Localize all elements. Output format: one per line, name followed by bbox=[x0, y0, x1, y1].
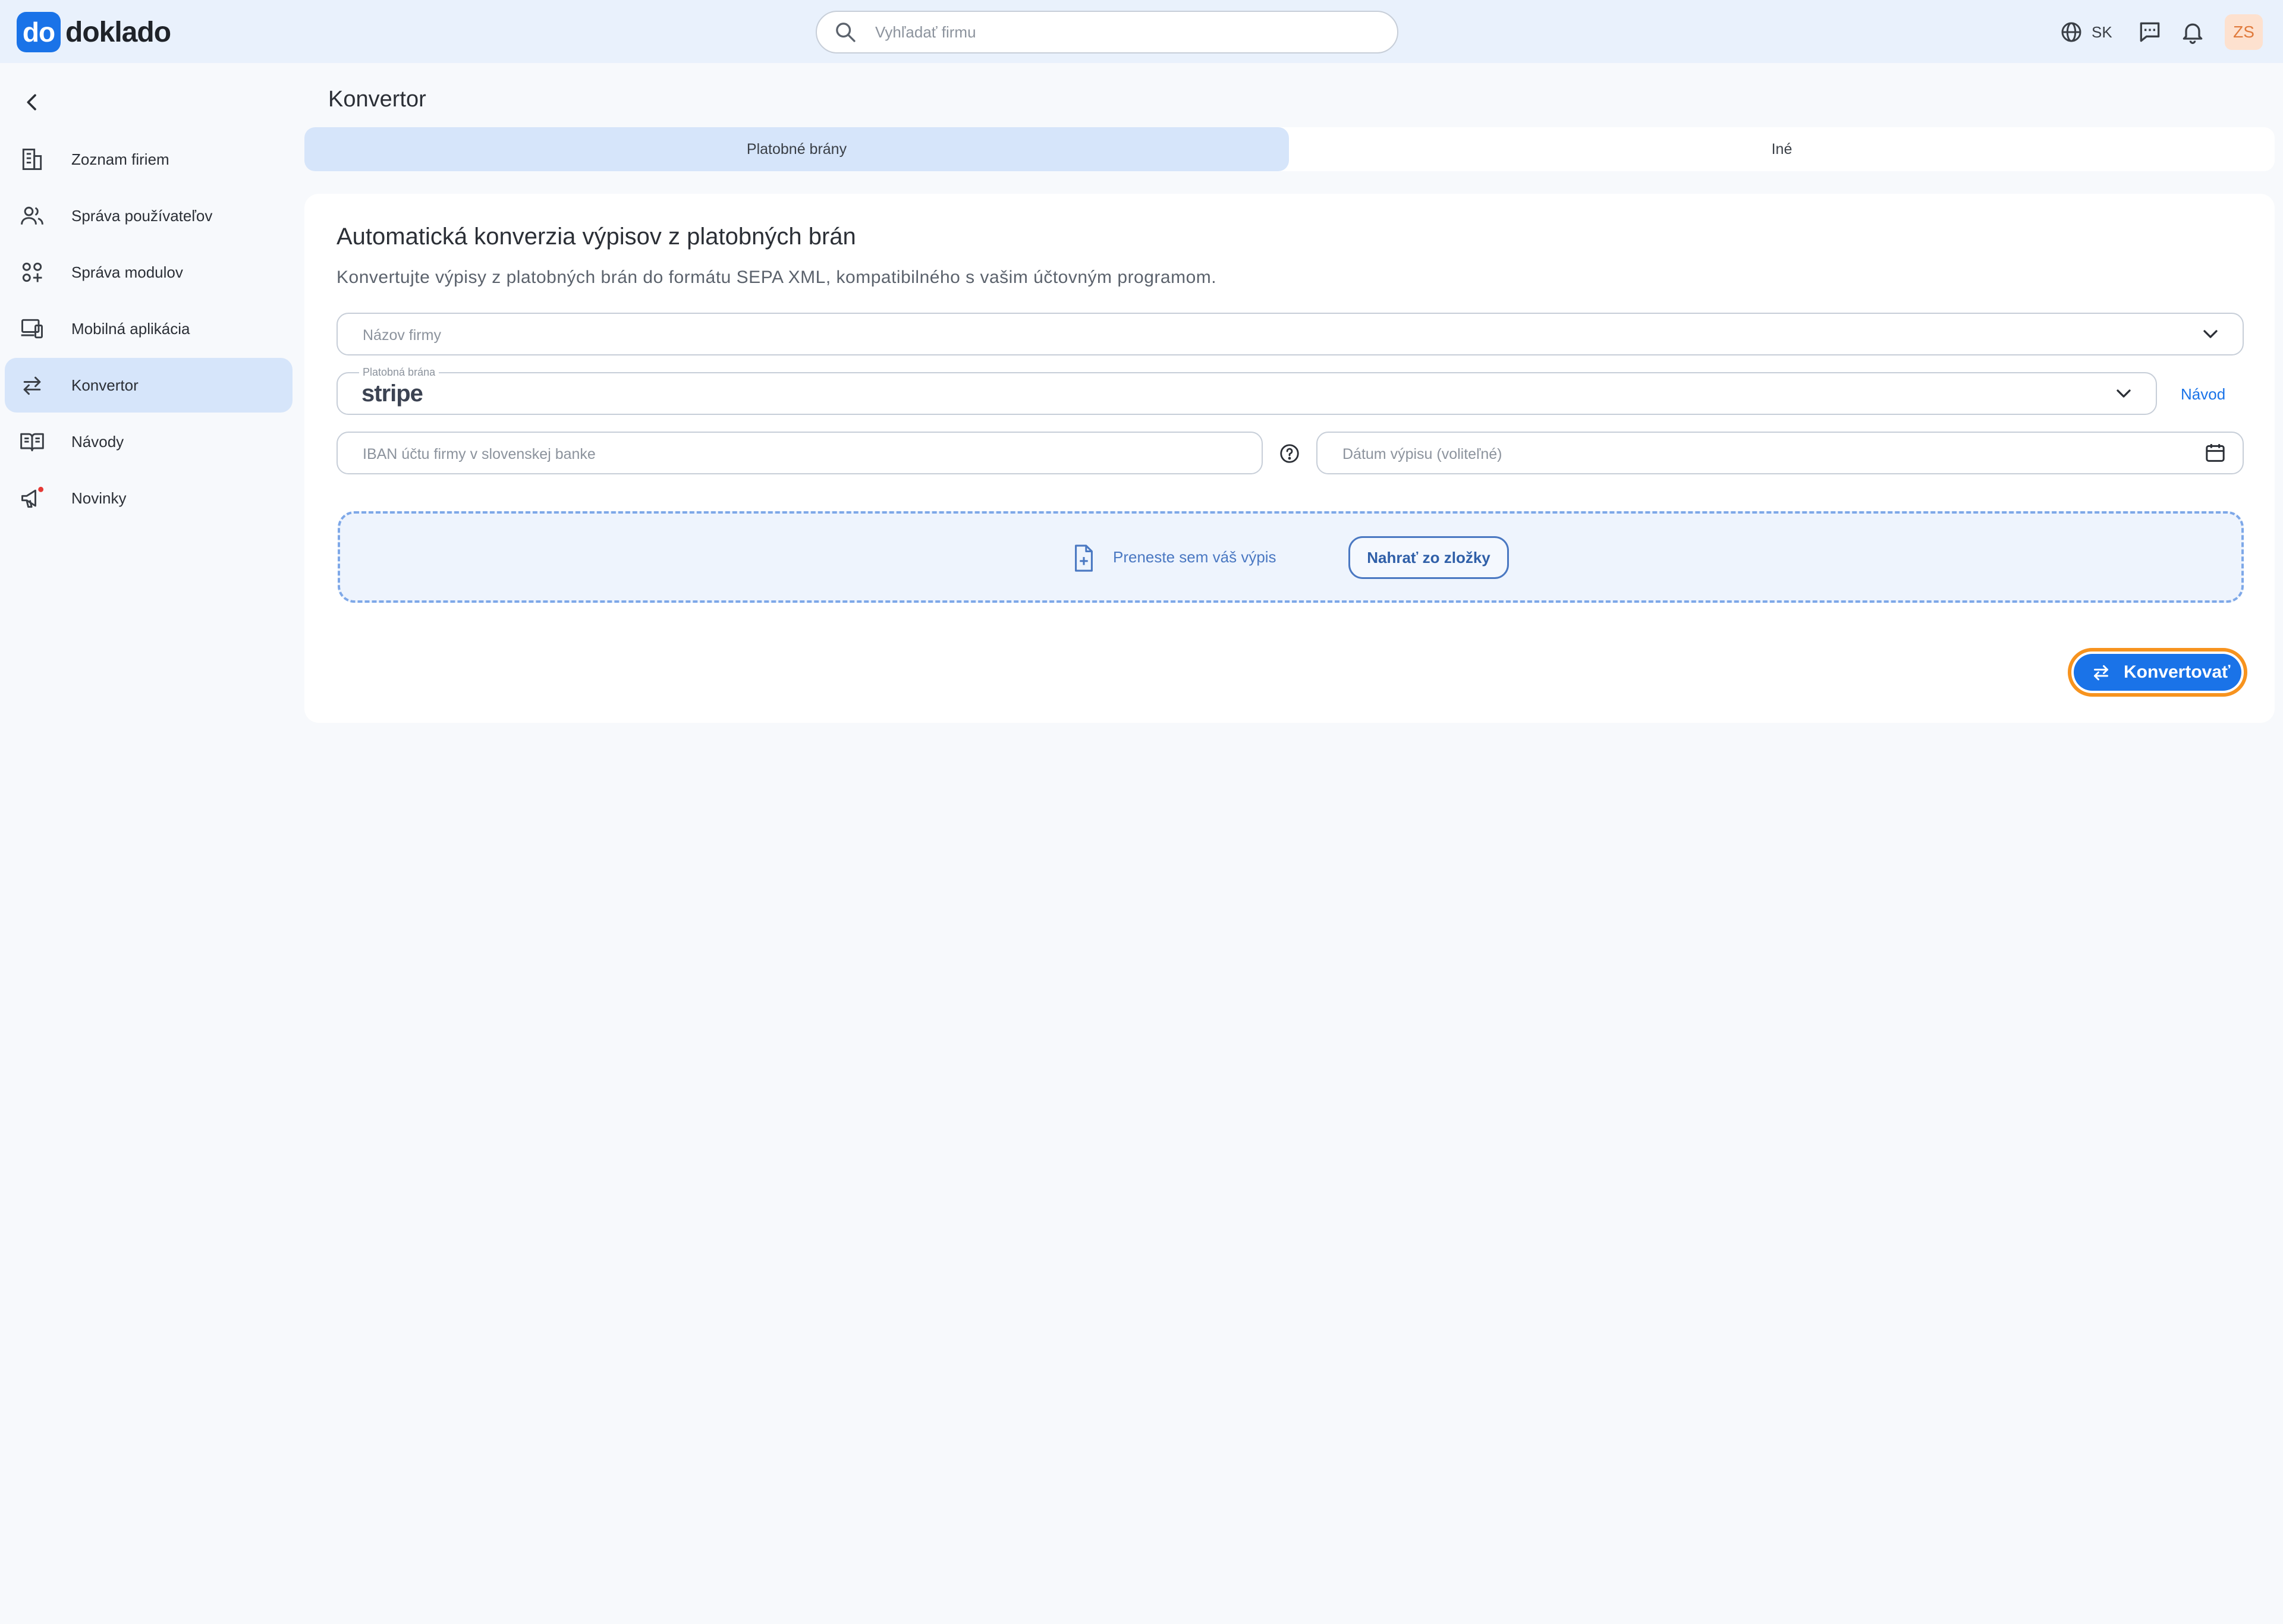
page-title: Konvertor bbox=[328, 87, 426, 112]
help-icon[interactable] bbox=[1278, 442, 1301, 465]
tab-platobne-brany[interactable]: Platobné brány bbox=[304, 127, 1289, 171]
convert-button-focus-ring: Konvertovať bbox=[2068, 648, 2247, 697]
globe-icon bbox=[2061, 22, 2081, 42]
search-input[interactable] bbox=[875, 23, 1351, 42]
building-icon bbox=[22, 149, 42, 170]
bell-icon[interactable] bbox=[2180, 19, 2206, 45]
card-title: Automatická konverzia výpisov z platobný… bbox=[337, 224, 856, 250]
avatar[interactable]: ZS bbox=[2225, 14, 2263, 50]
chevron-down-icon bbox=[2203, 330, 2218, 338]
sidebar-item-label: Návody bbox=[71, 432, 124, 451]
company-select-placeholder: Názov firmy bbox=[363, 327, 441, 344]
convert-button-label: Konvertovať bbox=[2124, 662, 2231, 682]
file-add-icon bbox=[1075, 545, 1093, 572]
sidebar-item-label: Zoznam firiem bbox=[71, 150, 169, 168]
sidebar-item-novinky[interactable]: Novinky bbox=[5, 471, 293, 525]
sidebar-item-sprava-modulov[interactable]: Správa modulov bbox=[5, 245, 293, 300]
file-dropzone[interactable] bbox=[338, 511, 2244, 603]
search-box[interactable] bbox=[816, 11, 1398, 53]
sidebar-item-konvertor[interactable]: Konvertor bbox=[5, 358, 293, 413]
collapse-sidebar-icon[interactable] bbox=[20, 89, 44, 115]
devices-icon bbox=[21, 319, 43, 339]
logo-mark: do bbox=[17, 12, 61, 52]
chevron-down-icon bbox=[2117, 389, 2131, 398]
sidebar-item-label: Správa používateľov bbox=[71, 206, 213, 225]
modules-icon bbox=[22, 262, 42, 282]
sidebar-item-navody[interactable]: Návody bbox=[5, 414, 293, 469]
search-icon bbox=[836, 23, 856, 42]
book-icon bbox=[20, 433, 44, 452]
sidebar-item-zoznam-firiem[interactable]: Zoznam firiem bbox=[5, 132, 293, 187]
company-select[interactable]: Názov firmy bbox=[337, 313, 2244, 355]
chat-icon[interactable] bbox=[2137, 19, 2163, 45]
guide-link[interactable]: Návod bbox=[2181, 385, 2225, 404]
sidebar-item-sprava-pouzivatelov[interactable]: Správa používateľov bbox=[5, 188, 293, 243]
statement-date-field[interactable]: Dátum výpisu (voliteľné) bbox=[1316, 432, 2244, 474]
sidebar-item-label: Konvertor bbox=[71, 376, 139, 394]
sidebar-item-label: Správa modulov bbox=[71, 263, 183, 281]
logo-text: doklado bbox=[65, 16, 171, 48]
upload-from-folder-button[interactable]: Nahrať zo zložky bbox=[1348, 536, 1509, 579]
app-logo[interactable]: do doklado bbox=[17, 12, 171, 52]
payment-gateway-label: Platobná brána bbox=[359, 366, 439, 379]
convert-arrows-icon bbox=[2094, 665, 2108, 681]
tab-bar: Platobné brány Iné bbox=[304, 127, 2275, 171]
card-subtitle: Konvertujte výpisy z platobných brán do … bbox=[337, 267, 1217, 287]
sidebar-item-label: Novinky bbox=[71, 489, 127, 507]
iban-field[interactable]: IBAN účtu firmy v slovenskej banke bbox=[337, 432, 1263, 474]
convert-arrows-icon bbox=[23, 376, 41, 395]
top-bar: do doklado SK ZS bbox=[0, 0, 2283, 63]
language-switcher[interactable]: SK bbox=[2059, 20, 2112, 44]
users-icon bbox=[21, 206, 43, 225]
dropzone-text: Preneste sem váš výpis bbox=[1113, 548, 1276, 566]
convert-button[interactable]: Konvertovať bbox=[2074, 654, 2241, 691]
notification-dot bbox=[38, 486, 44, 492]
calendar-icon[interactable] bbox=[2203, 441, 2227, 465]
tab-ine[interactable]: Iné bbox=[1289, 127, 2275, 171]
sidebar-item-mobilna-aplikacia[interactable]: Mobilná aplikácia bbox=[5, 301, 293, 356]
sidebar-item-label: Mobilná aplikácia bbox=[71, 319, 190, 338]
language-label: SK bbox=[2092, 23, 2112, 41]
iban-placeholder: IBAN účtu firmy v slovenskej banke bbox=[363, 446, 596, 462]
stripe-logo: stripe bbox=[361, 380, 423, 407]
megaphone-icon bbox=[21, 486, 44, 508]
payment-gateway-select[interactable] bbox=[337, 372, 2157, 415]
date-placeholder: Dátum výpisu (voliteľné) bbox=[1342, 446, 1502, 462]
